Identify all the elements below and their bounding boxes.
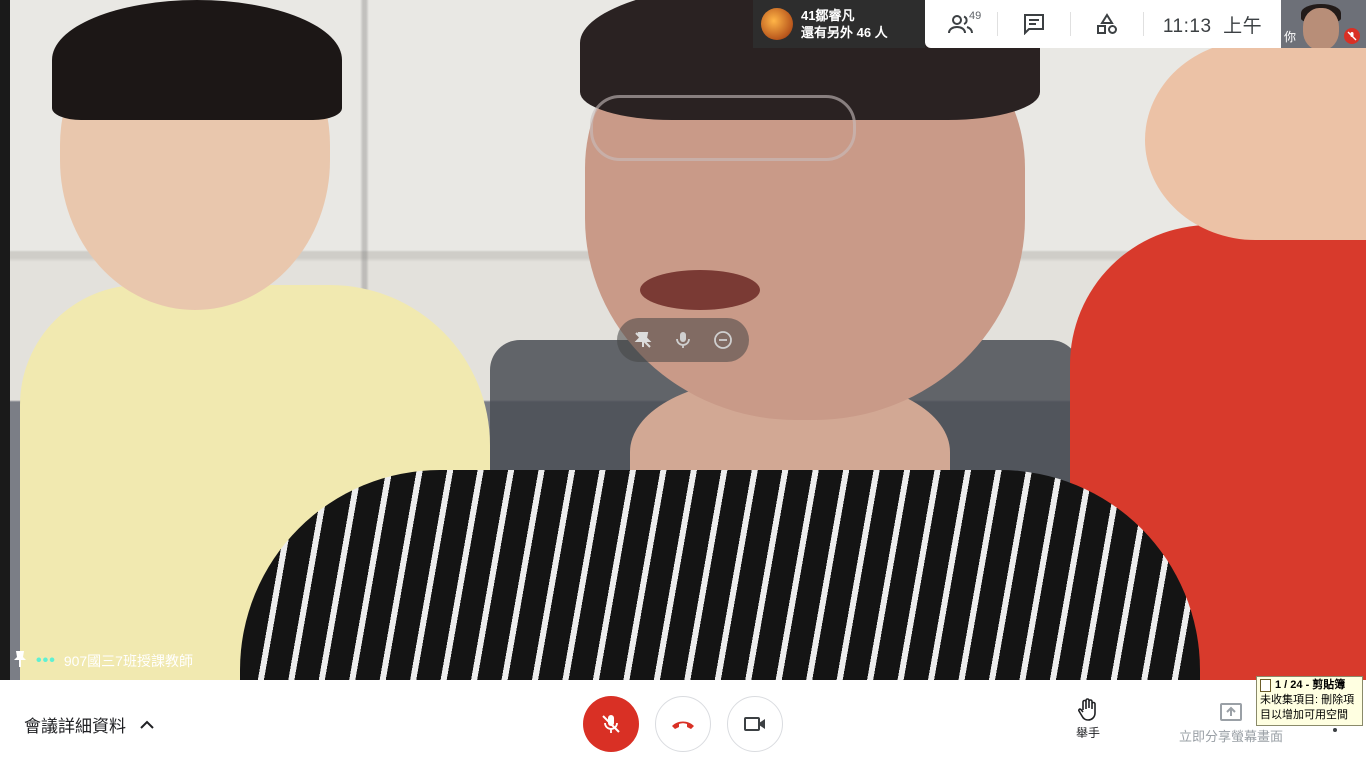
raise-hand-button[interactable]: 舉手 [1066, 698, 1110, 741]
clipboard-line-1: 未收集項目: 刪除項 [1260, 694, 1355, 706]
chat-button[interactable] [998, 0, 1070, 48]
video-woman-mouth [640, 270, 760, 310]
hand-icon [1078, 698, 1096, 721]
meeting-details-label: 會議詳細資料 [24, 717, 126, 736]
top-toolbar: 49 11:13 上午 [925, 0, 1281, 48]
present-screen-icon [1220, 703, 1242, 721]
bottom-bar: 會議詳細資料 舉手 立即分享螢幕畫面 [0, 680, 1366, 768]
participant-label: ••• 907國三7班授課教師 [12, 650, 193, 671]
leave-call-button[interactable] [655, 696, 711, 752]
mic-off-icon [1344, 28, 1360, 44]
self-view-tile[interactable]: 你 [1281, 0, 1366, 48]
activities-icon [1097, 13, 1117, 34]
clock-time: 11:13 [1162, 15, 1212, 37]
video-woman-shirt [240, 470, 1200, 680]
audio-activity-icon: ••• [36, 651, 56, 669]
chevron-up-icon [140, 720, 154, 729]
video-camera-icon [744, 717, 765, 731]
mic-icon[interactable] [668, 325, 698, 355]
more-options-icon[interactable] [1333, 728, 1337, 732]
clock-ampm: 上午 [1223, 15, 1263, 37]
raise-hand-label: 舉手 [1075, 726, 1100, 740]
people-count: 49 [969, 10, 982, 22]
self-label: 你 [1284, 30, 1297, 44]
video-child-left-hair [52, 0, 342, 120]
presenter-others: 還有另外 46 人 [801, 25, 888, 40]
clipboard-icon [1260, 679, 1271, 692]
clock: 11:13 上午 [1144, 11, 1281, 38]
pin-off-icon[interactable] [628, 325, 658, 355]
present-now-label: 立即分享螢幕畫面 [1178, 729, 1283, 744]
people-button[interactable]: 49 [925, 0, 997, 48]
meeting-details-button[interactable]: 會議詳細資料 [24, 712, 154, 737]
clipboard-notification[interactable]: 1 / 24 - 剪貼簿 未收集項目: 刪除項 目以增加可用空間 [1256, 676, 1363, 726]
clipboard-line-2: 目以增加可用空間 [1260, 709, 1348, 721]
video-glasses [590, 95, 856, 161]
chat-icon [1024, 14, 1044, 35]
main-video-tile[interactable]: ••• 907國三7班授課教師 [0, 0, 1366, 680]
video-left-edge [0, 0, 10, 680]
self-face [1303, 8, 1339, 48]
activities-button[interactable] [1071, 0, 1143, 48]
tile-controls [617, 318, 749, 362]
video-child-right-head [1145, 40, 1366, 240]
camera-toggle-button[interactable] [727, 696, 783, 752]
presenter-name: 41鄒睿凡 [801, 8, 855, 23]
avatar [761, 8, 793, 40]
mic-off-icon [602, 715, 620, 733]
remove-icon[interactable] [708, 325, 738, 355]
clipboard-title: 1 / 24 - 剪貼簿 [1275, 679, 1346, 691]
hang-up-icon [672, 721, 694, 729]
mic-toggle-button[interactable] [583, 696, 639, 752]
pin-icon[interactable] [12, 650, 28, 671]
presenter-chip[interactable]: 41鄒睿凡 還有另外 46 人 [753, 0, 925, 48]
participant-name: 907國三7班授課教師 [63, 652, 193, 669]
